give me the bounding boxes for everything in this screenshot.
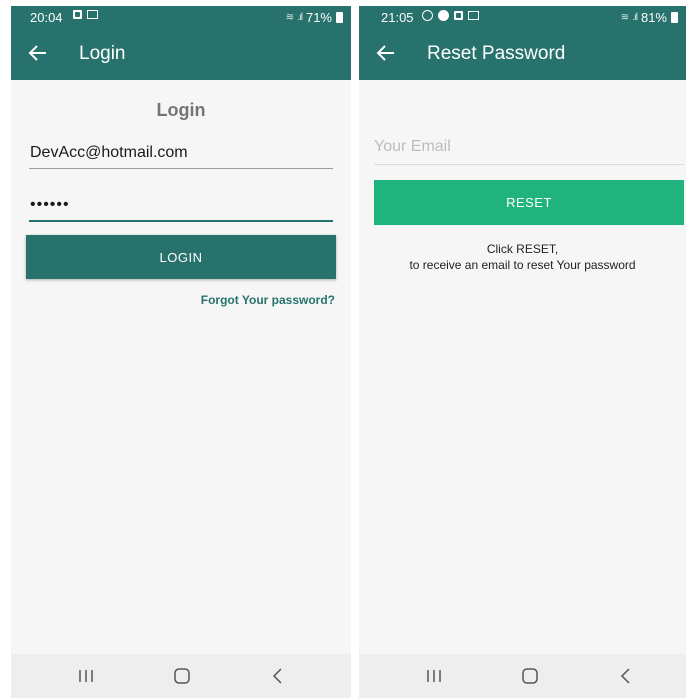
home-button[interactable]	[507, 654, 553, 698]
login-button[interactable]: LOGIN	[26, 235, 336, 279]
hint-text: to receive an email to reset Your passwo…	[409, 258, 636, 272]
reset-button[interactable]: RESET	[374, 180, 684, 225]
whatsapp-icon	[422, 10, 433, 21]
login-screen: 20:04 ≋ .ıl 71% Login Login LOGIN Forgot…	[11, 6, 351, 698]
wifi-icon: ≋	[620, 12, 629, 23]
battery-icon	[336, 12, 343, 23]
home-icon	[174, 668, 190, 684]
forgot-password-link[interactable]: Forgot Your password?	[201, 293, 335, 307]
recent-apps-icon	[427, 670, 441, 682]
form-heading: Login	[156, 100, 206, 120]
status-bar: 20:04 ≋ .ıl 71%	[11, 6, 351, 28]
signal-icon: .ıl	[632, 12, 638, 23]
email-field[interactable]	[29, 144, 333, 169]
reset-form: RESET Click RESET, to receive an email t…	[359, 80, 686, 654]
nav-back-icon	[272, 668, 282, 684]
signal-icon: .ıl	[297, 12, 303, 23]
status-time: 21:05	[381, 10, 414, 25]
email-input[interactable]	[374, 138, 684, 165]
wifi-icon: ≋	[285, 12, 294, 23]
home-icon	[522, 668, 538, 684]
nav-back-button[interactable]	[603, 654, 649, 698]
battery-icon	[671, 12, 678, 23]
login-form: Login LOGIN Forgot Your password?	[11, 80, 351, 654]
recent-apps-icon	[79, 670, 93, 682]
navigation-bar	[359, 654, 686, 698]
reset-password-screen: 21:05 ≋ .ıl 81% Reset Password RESET Cli…	[359, 6, 686, 698]
gallery-icon	[468, 11, 479, 20]
gallery-icon	[87, 10, 98, 19]
battery-percent: 71%	[305, 10, 332, 25]
home-button[interactable]	[159, 654, 205, 698]
notification-icon	[73, 10, 82, 19]
recent-apps-button[interactable]	[411, 654, 457, 698]
battery-percent: 81%	[640, 10, 667, 25]
nav-back-icon	[620, 668, 630, 684]
nav-back-button[interactable]	[255, 654, 301, 698]
status-time: 20:04	[30, 10, 63, 25]
status-bar: 21:05 ≋ .ıl 81%	[359, 6, 686, 28]
back-arrow-icon[interactable]	[28, 43, 48, 63]
navigation-bar	[11, 654, 351, 698]
app-bar: Reset Password	[359, 28, 686, 80]
back-arrow-icon[interactable]	[376, 43, 396, 63]
notification-icon	[454, 11, 463, 20]
recent-apps-button[interactable]	[63, 654, 109, 698]
password-field[interactable]	[29, 196, 333, 222]
app-bar: Login	[11, 28, 351, 80]
hint-text: Click RESET,	[486, 242, 559, 256]
page-title: Login	[79, 43, 126, 64]
messenger-icon	[438, 10, 449, 21]
page-title: Reset Password	[427, 43, 566, 64]
